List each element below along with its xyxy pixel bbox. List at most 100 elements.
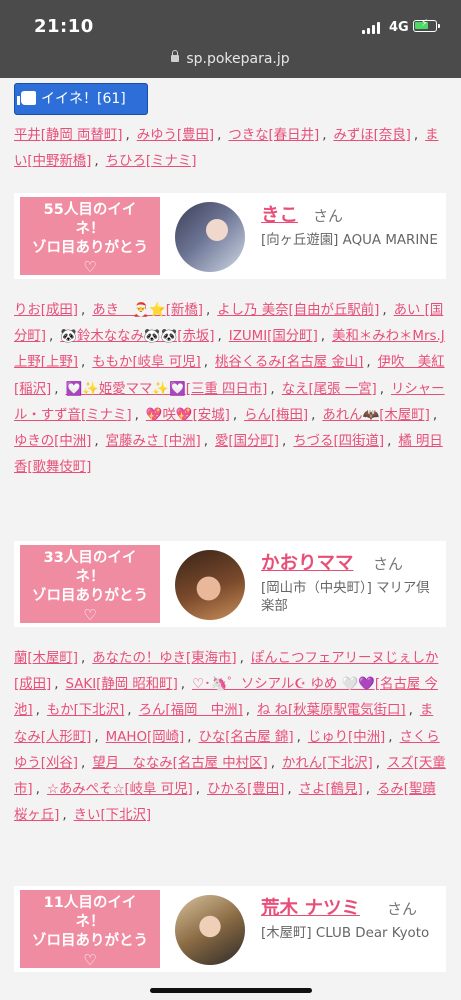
badge-line: ゾロ目ありがとう xyxy=(32,240,148,256)
separator: , xyxy=(203,434,208,450)
liker-link[interactable]: 望月 ななみ[名古屋 中村区] xyxy=(92,756,267,771)
liker-list: りお[成田], あき＿🎅⭐[新橋], よし乃 美奈[自由が丘駅前], あい [国分町]… xyxy=(14,298,446,481)
separator: , xyxy=(81,651,86,666)
liker-link[interactable]: つきな[春日井] xyxy=(228,128,319,143)
liker-link[interactable]: らん[梅田] xyxy=(244,408,308,423)
separator: , xyxy=(180,677,186,693)
like-button-label: イイネ！[61] xyxy=(41,91,126,107)
honorific: さん xyxy=(387,900,418,918)
separator: , xyxy=(81,355,86,371)
liker-link[interactable]: 蘭[木屋町] xyxy=(14,651,78,666)
liker-link[interactable]: ゆきの[中洲] xyxy=(14,434,91,449)
liker-link[interactable]: ちひろ[ミナミ] xyxy=(106,154,197,169)
separator: , xyxy=(239,651,244,666)
liker-link[interactable]: なえ[尾張 一宮] xyxy=(282,382,377,397)
liker-link[interactable]: 愛[国分町] xyxy=(215,434,279,449)
milestone-card: 11人目のイイ ネ！ ゾロ目ありがとう ♡ 荒木 ナツミ さん [木屋町] CLUB Dea… xyxy=(14,886,446,972)
separator: , xyxy=(35,703,40,719)
address-bar[interactable]: sp.pokepara.jp xyxy=(0,44,461,78)
liker-link[interactable]: 🐼鈴木ななみ🐼🐼[赤坂] xyxy=(60,329,214,344)
separator: , xyxy=(432,407,438,423)
separator: , xyxy=(203,355,208,371)
liker-link[interactable]: 💖咲💖[安城] xyxy=(146,408,230,423)
separator: , xyxy=(311,407,316,423)
clock: 21:10 xyxy=(34,16,94,37)
liker-link[interactable]: あれん🦇[木屋町] xyxy=(322,408,429,423)
heart-icon: ♡ xyxy=(83,606,97,624)
liker-link[interactable]: あなたの！ゆき[東海市] xyxy=(92,651,236,666)
status-bar: 21:10 4G ⚡ xyxy=(0,0,461,44)
separator: , xyxy=(54,677,59,693)
liker-link[interactable]: ね ね[秋葉原駅電気街口] xyxy=(257,703,406,718)
liker-link[interactable]: 💟✨姫愛ママ✨💟[三重 四日市] xyxy=(66,382,268,397)
milestone-badge: 55人目のイイ ネ！ ゾロ目ありがとう ♡ xyxy=(20,197,160,276)
shop-name: [木屋町] CLUB Dear Kyoto xyxy=(261,926,430,941)
lock-icon xyxy=(171,50,180,62)
liker-link[interactable]: かれん[下北沢] xyxy=(282,756,373,771)
liker-link[interactable]: 平井[静岡 両替町] xyxy=(14,128,122,143)
cast-name-link[interactable]: 荒木 ナツミ xyxy=(261,894,360,920)
separator: , xyxy=(387,434,392,450)
avatar[interactable] xyxy=(175,895,245,965)
separator: , xyxy=(134,407,139,423)
badge-line: ネ！ xyxy=(75,221,105,237)
milestone-badge: 33人目のイイ ネ！ ゾロ目ありがとう ♡ xyxy=(20,545,160,624)
liker-link[interactable]: 桃谷くるみ[名古屋 金山] xyxy=(215,355,363,370)
liker-link[interactable]: 宮藤みさ [中洲] xyxy=(106,434,201,449)
liker-link[interactable]: よし乃 美奈[自由が丘駅前] xyxy=(217,303,379,318)
liker-link[interactable]: MAHO[岡崎] xyxy=(106,730,185,745)
avatar[interactable] xyxy=(175,550,245,620)
honorific: さん xyxy=(373,555,404,573)
cast-name-link[interactable]: きこ xyxy=(261,201,298,227)
separator: , xyxy=(94,434,99,450)
liker-link[interactable]: ☆あみぺそ☆[岐阜 可児] xyxy=(47,782,193,797)
liker-link[interactable]: ひな[名古屋 錦] xyxy=(199,730,294,745)
like-button[interactable]: イイネ！[61] xyxy=(14,83,148,115)
shop-name: [向ヶ丘遊園] AQUA MARINE xyxy=(261,233,438,248)
avatar[interactable] xyxy=(175,202,245,272)
liker-link[interactable]: みずほ[奈良] xyxy=(333,128,410,143)
cast-name-link[interactable]: かおりママ xyxy=(261,549,354,575)
liker-link[interactable]: りお[成田] xyxy=(14,303,78,318)
network-label: 4G xyxy=(389,20,409,35)
separator: , xyxy=(379,381,385,397)
separator: , xyxy=(232,407,238,423)
badge-line: 11人目のイイ xyxy=(43,895,137,911)
milestone-card: 33人目のイイ ネ！ ゾロ目ありがとう ♡ かおりママ さん [岡山市（中央町）] マリア倶… xyxy=(14,541,446,627)
heart-icon: ♡ xyxy=(83,951,97,969)
separator: , xyxy=(62,808,67,824)
separator: , xyxy=(270,755,275,771)
badge-line: ネ！ xyxy=(75,914,105,930)
liker-link[interactable]: じゅり[中洲] xyxy=(308,730,385,745)
liker-link[interactable]: SAKI[静岡 昭和町] xyxy=(66,677,178,692)
milestone-card: 55人目のイイ ネ！ ゾロ目ありがとう ♡ きこ さん [向ヶ丘遊園] AQUA MARIN… xyxy=(14,193,446,279)
separator: , xyxy=(187,729,192,745)
liker-link[interactable]: もか[下北沢] xyxy=(47,703,124,718)
liker-link[interactable]: あき＿🎅⭐[新橋] xyxy=(92,303,203,318)
separator: , xyxy=(375,755,381,771)
liker-link[interactable]: ろん[福岡 中洲] xyxy=(139,703,243,718)
liker-link[interactable]: みゆう[豊田] xyxy=(137,128,214,143)
liker-link[interactable]: ちづる[四街道] xyxy=(293,434,384,449)
liker-link[interactable]: きい[下北沢] xyxy=(74,808,151,823)
separator: , xyxy=(382,303,387,318)
battery-icon: ⚡ xyxy=(413,18,440,32)
home-indicator xyxy=(150,988,312,993)
separator: , xyxy=(365,782,370,798)
url-text: sp.pokepara.jp xyxy=(186,51,290,67)
liker-link[interactable]: IZUMI[国分町] xyxy=(229,329,318,344)
liker-link[interactable]: ひかる[豊田] xyxy=(207,782,284,797)
badge-line: ゾロ目ありがとう xyxy=(32,933,148,949)
honorific: さん xyxy=(313,207,344,225)
separator: , xyxy=(49,329,54,345)
liker-list: 平井[静岡 両替町], みゆう[豊田], つきな[春日井], みずほ[奈良], まい[中… xyxy=(14,123,446,175)
liker-link[interactable]: ももか[岐阜 可児] xyxy=(92,355,200,370)
thumbs-up-icon xyxy=(17,91,36,105)
shop-name: [岡山市（中央町）] マリア倶楽部 xyxy=(261,581,430,614)
liker-link[interactable]: さよ[鶴見] xyxy=(299,782,363,797)
separator: , xyxy=(322,128,327,143)
separator: , xyxy=(296,729,301,745)
badge-line: ゾロ目ありがとう xyxy=(32,588,148,604)
separator: , xyxy=(94,729,99,745)
separator: , xyxy=(195,782,200,798)
